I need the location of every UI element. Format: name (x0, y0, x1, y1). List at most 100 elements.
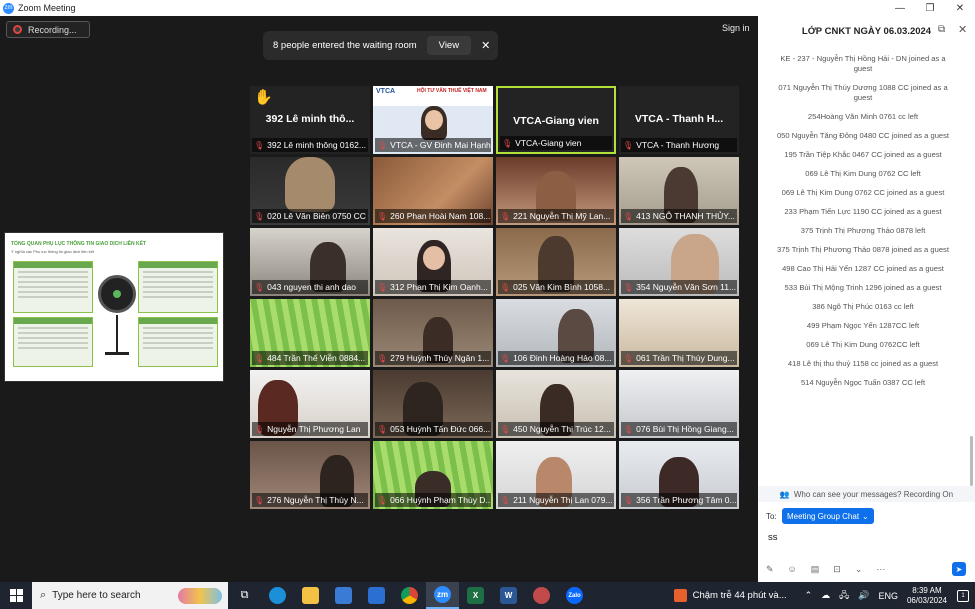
zoom-taskbar-icon[interactable]: zm (426, 582, 459, 609)
video-tile[interactable]: 🎙 276 Nguyễn Thị Thùy N... (250, 441, 370, 509)
video-tile[interactable]: 🎙 076 Bùi Thị Hồng Giang... (619, 370, 739, 438)
slide-panel (13, 317, 93, 367)
minimize-icon[interactable]: — (885, 0, 915, 16)
video-tile[interactable]: 🎙 066 Huỳnh Phạm Thùy D... (373, 441, 493, 509)
video-tile[interactable]: 🎙 356 Trần Phương Tâm 0... (619, 441, 739, 509)
participant-name-display: VTCA - Thanh H... (634, 113, 724, 125)
word-icon[interactable]: W (492, 582, 525, 609)
sign-in-link[interactable]: Sign in (722, 23, 750, 33)
video-tile[interactable]: 🎙 279 Huỳnh Thúy Ngân 1... (373, 299, 493, 367)
muted-mic-icon: 🎙 (377, 282, 388, 292)
store-icon[interactable] (327, 582, 360, 609)
muted-mic-icon: 🎙 (500, 211, 511, 221)
video-tile[interactable]: 🎙 484 Trần Thế Viễn 0884... (250, 299, 370, 367)
more-options-icon[interactable]: ⋯ (876, 564, 885, 575)
zalo-icon[interactable]: Zalo (558, 582, 591, 609)
muted-mic-icon: 🎙 (500, 495, 511, 505)
excel-icon[interactable]: X (459, 582, 492, 609)
recording-indicator[interactable]: Recording... (6, 21, 90, 38)
video-tile[interactable]: VTCA HỘI TƯ VẤN THUẾ VIỆT NAM 🎙 VTCA - GV… (373, 86, 493, 154)
participant-name: 260 Phan Hoài Nam 108... (390, 211, 491, 221)
close-icon[interactable]: ✕ (945, 0, 975, 16)
to-label: To: (766, 512, 777, 521)
chat-scrollbar[interactable] (970, 436, 973, 486)
chevron-up-icon[interactable]: ⌃ (805, 590, 813, 601)
task-view-icon[interactable]: ⧉ (228, 582, 261, 609)
file-explorer-icon[interactable] (294, 582, 327, 609)
video-tile[interactable]: 🎙 043 nguyen thi anh dao (250, 228, 370, 296)
shared-slide-title: TỔNG QUAN PHỤ LỤC THÔNG TIN GIAO DỊCH LI… (11, 241, 146, 247)
chat-message: 195 Trần Tiệp Khắc 0467 CC joined as a g… (784, 150, 942, 159)
video-tile[interactable]: 🎙 020 Lê Văn Biên 0750 CC (250, 157, 370, 225)
file-icon[interactable]: ▤ (811, 564, 820, 575)
video-tile[interactable]: 🎙 Nguyễn Thị Phương Lan (250, 370, 370, 438)
participant-name: 312 Phan Thị Kim Oanh... (390, 282, 488, 292)
volume-icon[interactable]: 🔊 (858, 590, 869, 601)
video-tile-active-speaker[interactable]: VTCA-Giang vien 🎙 VTCA-Giang vien (496, 86, 616, 154)
clock[interactable]: 8:39 AM 06/03/2024 (907, 586, 947, 606)
muted-mic-icon: 🎙 (500, 424, 511, 434)
notification-center-icon[interactable]: 1 (957, 589, 969, 602)
video-tile[interactable]: 🎙 106 Đinh Hoàng Hảo 08... (496, 299, 616, 367)
recipient-dropdown[interactable]: Meeting Group Chat ⌄ (782, 508, 874, 524)
chat-input[interactable]: ss (768, 532, 778, 543)
muted-mic-icon: 🎙 (623, 353, 634, 363)
video-tile[interactable]: 🎙 221 Nguyễn Thị Mỹ Lan... (496, 157, 616, 225)
muted-mic-icon: 🎙 (500, 353, 511, 363)
participant-label: 🎙 076 Bùi Thị Hồng Giang... (621, 422, 737, 436)
onedrive-icon[interactable]: ☁ (821, 590, 830, 601)
participant-label: 🎙 061 Trần Thị Thùy Dung... (621, 351, 737, 365)
video-tile[interactable]: 🎙 413 NGÔ THANH THỦY... (619, 157, 739, 225)
language-indicator[interactable]: ENG (878, 591, 898, 601)
chevron-down-icon: ⌄ (862, 511, 869, 521)
notification-text: Chậm trễ 44 phút và... (692, 590, 787, 601)
people-icon: 👥 (779, 489, 790, 499)
participant-label: 🎙 392 Lê minh thông 0162... (252, 138, 368, 152)
system-tray: Chậm trễ 44 phút và... ⌃ ☁ 🖧 🔊 ENG 8:39 … (673, 582, 975, 609)
emoji-icon[interactable]: ☺ (788, 564, 797, 574)
dismiss-banner-icon[interactable]: ✕ (481, 39, 490, 52)
video-tile[interactable]: 🎙 061 Trần Thị Thùy Dung... (619, 299, 739, 367)
title-bar: zm Zoom Meeting — ❐ ✕ (0, 0, 975, 16)
video-tile[interactable]: 🎙 260 Phan Hoài Nam 108... (373, 157, 493, 225)
video-tile[interactable]: 🎙 450 Nguyễn Thị Trúc 12... (496, 370, 616, 438)
edge-icon[interactable] (261, 582, 294, 609)
restore-icon[interactable]: ❐ (915, 0, 945, 16)
more-icon[interactable]: ⌄ (855, 564, 863, 575)
participant-name: 276 Nguyễn Thị Thùy N... (267, 495, 364, 505)
video-tile[interactable]: 🎙 053 Huỳnh Tấn Đức 066... (373, 370, 493, 438)
taskbar-notification[interactable]: Chậm trễ 44 phút và... (673, 589, 787, 602)
network-icon[interactable]: 🖧 (839, 588, 849, 604)
taskbar-search[interactable]: ⌕ Type here to search (32, 582, 228, 609)
video-tile[interactable]: 🎙 312 Phan Thị Kim Oanh... (373, 228, 493, 296)
message-visibility-notice[interactable]: 👥 Who can see your messages? Recording O… (758, 486, 975, 502)
chat-messages[interactable]: KE - 237 - Nguyễn Thị Hồng Hải - DN join… (758, 54, 968, 484)
video-tile[interactable]: 🎙 025 Văn Kim Bình 1058... (496, 228, 616, 296)
video-tile[interactable]: 🎙 211 Nguyễn Thị Lan 079... (496, 441, 616, 509)
app-icon[interactable] (525, 582, 558, 609)
muted-mic-icon: 🎙 (254, 140, 265, 150)
video-tile[interactable]: ✋ 392 Lê minh thô... 🎙 392 Lê minh thông … (250, 86, 370, 154)
send-button[interactable]: ➤ (952, 562, 966, 576)
screen: zm Zoom Meeting — ❐ ✕ Recording... 8 peo… (0, 0, 975, 609)
popout-icon[interactable]: ⧉ (938, 24, 945, 35)
participant-name: 392 Lê minh thông 0162... (267, 140, 366, 150)
shared-screen[interactable]: TỔNG QUAN PHỤ LỤC THÔNG TIN GIAO DỊCH LI… (4, 232, 224, 382)
video-tile[interactable]: VTCA - Thanh H... 🎙 VTCA - Thanh Hương (619, 86, 739, 154)
mail-icon[interactable] (360, 582, 393, 609)
chrome-icon[interactable] (393, 582, 426, 609)
presenter-banner: HỘI TƯ VẤN THUẾ VIỆT NAM (417, 88, 487, 94)
view-waiting-room-button[interactable]: View (426, 36, 472, 55)
start-button[interactable] (0, 582, 32, 609)
participant-name: 211 Nguyễn Thị Lan 079... (513, 495, 613, 505)
screenshot-icon[interactable]: ⊡ (833, 564, 841, 575)
participant-video (285, 157, 335, 212)
participant-name-display: 392 Lê minh thô... (265, 113, 355, 125)
format-icon[interactable]: ✎ (766, 564, 774, 575)
participant-name: 066 Huỳnh Phạm Thùy D... (390, 495, 491, 505)
close-icon[interactable]: ✕ (958, 23, 967, 36)
participant-name: 076 Bùi Thị Hồng Giang... (636, 424, 734, 434)
participant-name: 221 Nguyễn Thị Mỹ Lan... (513, 211, 611, 221)
video-tile[interactable]: 🎙 354 Nguyễn Văn Sơn 11... (619, 228, 739, 296)
participant-label: 🎙 VTCA - GV Đinh Mai Hạnh (375, 138, 491, 152)
